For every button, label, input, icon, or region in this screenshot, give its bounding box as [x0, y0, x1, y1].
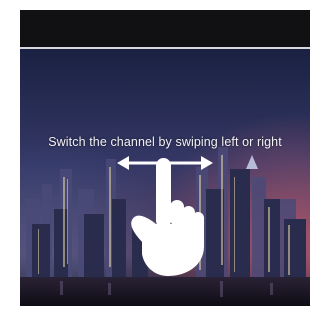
- channel-swipe-area[interactable]: Switch the channel by swiping left or ri…: [20, 49, 310, 306]
- tutorial-screen[interactable]: Switch the channel by swiping left or ri…: [20, 10, 310, 306]
- top-bar: [20, 10, 310, 46]
- swipe-hand-icon: [131, 158, 204, 276]
- swipe-hint-text: Switch the channel by swiping left or ri…: [48, 135, 282, 149]
